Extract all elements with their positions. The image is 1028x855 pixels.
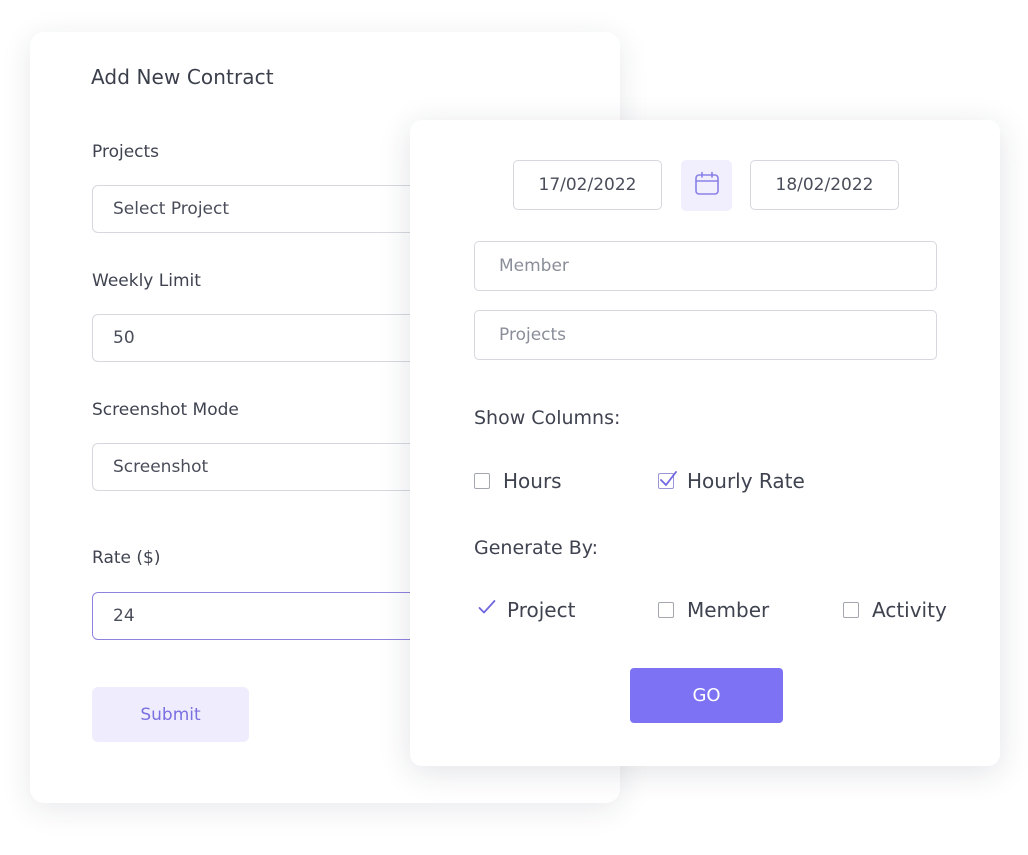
check-icon: [660, 471, 677, 486]
hourly-rate-checkbox-label: Hourly Rate: [687, 469, 805, 493]
projects-select-value: Select Project: [113, 199, 230, 219]
member-placeholder: Member: [499, 256, 569, 276]
show-columns-label: Show Columns:: [474, 407, 621, 429]
weekly-limit-value: 50: [113, 328, 135, 348]
generate-by-activity-label: Activity: [872, 598, 947, 622]
screenshot-mode-value: Screenshot: [113, 457, 209, 477]
generate-by-member-label: Member: [687, 598, 770, 622]
end-date-value: 18/02/2022: [775, 175, 874, 195]
end-date-input[interactable]: 18/02/2022: [750, 160, 899, 210]
projects-placeholder: Projects: [499, 325, 567, 345]
generate-by-activity[interactable]: Activity: [843, 598, 947, 622]
hourly-rate-checkbox-box[interactable]: [658, 471, 677, 489]
start-date-value: 17/02/2022: [538, 175, 637, 195]
rate-value: 24: [113, 606, 135, 626]
calendar-icon: [693, 170, 721, 202]
submit-button[interactable]: Submit: [92, 687, 249, 742]
rate-label: Rate ($): [92, 548, 161, 568]
weekly-limit-label: Weekly Limit: [92, 271, 201, 291]
generate-by-project[interactable]: Project: [478, 598, 575, 622]
hours-checkbox-box[interactable]: [474, 473, 490, 489]
generate-by-member[interactable]: Member: [658, 598, 769, 622]
start-date-input[interactable]: 17/02/2022: [513, 160, 662, 210]
hours-checkbox-label: Hours: [503, 469, 562, 493]
screenshot-mode-select[interactable]: Screenshot: [92, 443, 452, 491]
report-filter-card: 17/02/2022 18/02/2022 Member Projects Sh…: [410, 120, 1000, 766]
go-button[interactable]: GO: [630, 668, 783, 723]
weekly-limit-input[interactable]: 50: [92, 314, 452, 362]
card-title: Add New Contract: [91, 65, 274, 89]
projects-select[interactable]: Select Project: [92, 185, 452, 233]
generate-by-label: Generate By:: [474, 537, 599, 559]
check-icon[interactable]: [478, 600, 496, 618]
hourly-rate-checkbox[interactable]: Hourly Rate: [658, 469, 805, 493]
generate-by-activity-box[interactable]: [843, 602, 859, 618]
hours-checkbox[interactable]: Hours: [474, 469, 562, 493]
page: Add New Contract Projects Select Project…: [0, 0, 1028, 855]
projects-label: Projects: [92, 142, 160, 162]
generate-by-member-box[interactable]: [658, 602, 674, 618]
member-input[interactable]: Member: [474, 241, 937, 291]
screenshot-mode-label: Screenshot Mode: [92, 400, 239, 420]
calendar-button[interactable]: [681, 160, 732, 211]
generate-by-project-label: Project: [507, 598, 576, 622]
rate-input[interactable]: 24: [92, 592, 452, 640]
projects-input[interactable]: Projects: [474, 310, 937, 360]
